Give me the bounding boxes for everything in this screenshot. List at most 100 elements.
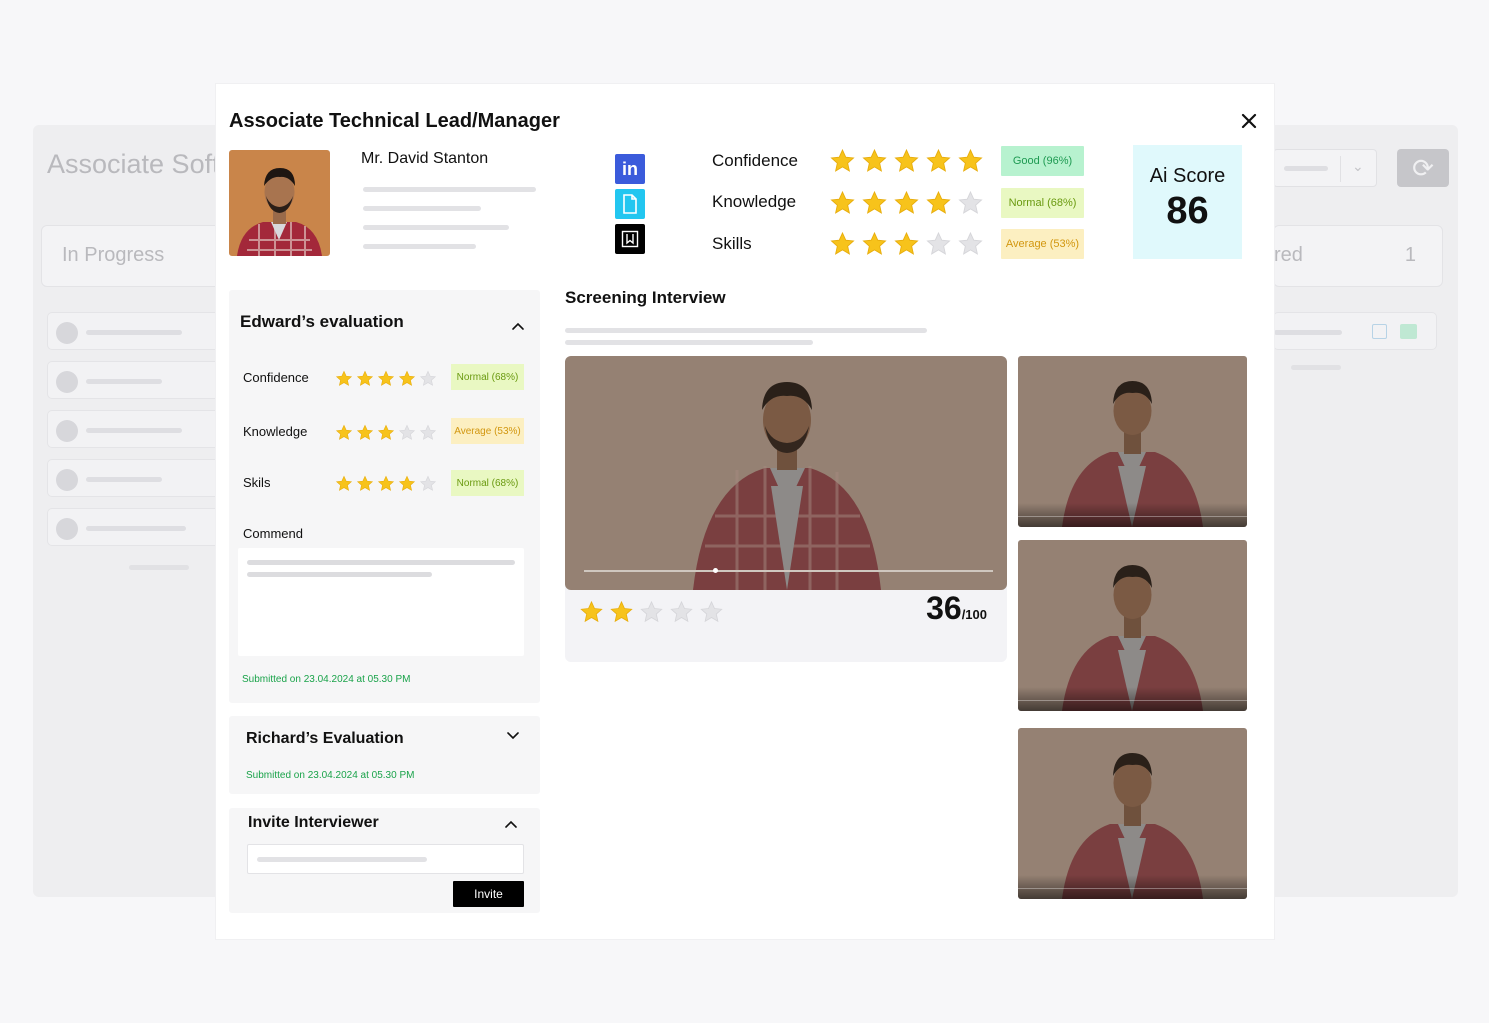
status-badge: Average (53%) xyxy=(1001,229,1084,259)
metric-label-confidence: Confidence xyxy=(712,151,799,170)
invite-button[interactable]: Invite xyxy=(453,881,524,907)
eval-label-knowledge: Knowledge xyxy=(243,424,308,439)
eval-label-skills: Skils xyxy=(243,475,271,490)
refresh-icon: ⟳ xyxy=(1397,149,1449,187)
linkedin-link[interactable]: in xyxy=(615,154,645,184)
star-empty-icon xyxy=(640,600,663,623)
submitted-timestamp: Submitted on 23.04.2024 at 05.30 PM xyxy=(242,674,411,685)
star-filled-icon xyxy=(356,475,374,491)
submitted-timestamp: Submitted on 23.04.2024 at 05.30 PM xyxy=(246,770,415,781)
background-column-count: 1 xyxy=(1404,244,1416,266)
edward-evaluation-title: Edward’s evaluation xyxy=(240,312,404,331)
ai-score-value: 86 xyxy=(1166,190,1209,232)
eval-stars-confidence xyxy=(335,370,437,388)
edward-evaluation-panel: Edward’s evaluation Confidence Normal (6… xyxy=(229,290,540,703)
background-column-label: red xyxy=(1274,244,1303,266)
commend-label: Commend xyxy=(243,526,303,541)
candidate-name: Mr. David Stanton xyxy=(361,150,489,167)
star-filled-icon xyxy=(862,190,887,214)
ai-score-card: Ai Score 86 xyxy=(1133,145,1242,259)
star-filled-icon xyxy=(335,424,353,440)
collapse-button[interactable] xyxy=(510,318,526,334)
star-filled-icon xyxy=(830,148,855,172)
metric-stars-skills xyxy=(829,231,984,258)
bookmark-icon xyxy=(1372,324,1387,339)
eval-label-confidence: Confidence xyxy=(243,370,309,385)
star-empty-icon xyxy=(419,370,437,386)
video-thumbnail[interactable] xyxy=(1018,728,1247,899)
background-column-in-progress: In Progress xyxy=(41,225,231,287)
background-list-item xyxy=(47,312,231,350)
video-score-value: 36 xyxy=(926,590,962,626)
commend-textarea[interactable] xyxy=(238,548,524,656)
expand-button[interactable] xyxy=(505,728,521,744)
status-badge: Normal (68%) xyxy=(1001,188,1084,218)
richard-evaluation-title: Richard’s Evaluation xyxy=(246,730,404,747)
chevron-up-icon xyxy=(505,820,517,828)
invite-interviewer-title: Invite Interviewer xyxy=(248,814,379,831)
star-filled-icon xyxy=(926,148,951,172)
chevron-up-icon xyxy=(512,322,524,330)
eval-stars-skills xyxy=(335,475,437,493)
star-filled-icon xyxy=(335,370,353,386)
star-empty-icon xyxy=(419,424,437,440)
star-filled-icon xyxy=(377,475,395,491)
ai-score-label: Ai Score xyxy=(1149,165,1226,187)
star-empty-icon xyxy=(700,600,723,623)
metric-stars-knowledge xyxy=(829,190,984,217)
star-filled-icon xyxy=(335,475,353,491)
star-filled-icon xyxy=(377,424,395,440)
document-icon xyxy=(623,194,637,214)
background-list-item xyxy=(47,410,231,448)
background-list-item xyxy=(47,459,231,497)
background-column-label: In Progress xyxy=(62,244,165,266)
chevron-down-icon xyxy=(507,732,519,740)
status-badge: Good (96%) xyxy=(1001,146,1084,176)
background-column-right: red 1 xyxy=(1273,225,1443,287)
avatar xyxy=(56,371,78,393)
video-rating-stars[interactable] xyxy=(579,600,724,625)
star-filled-icon xyxy=(356,370,374,386)
portfolio-link[interactable] xyxy=(615,224,645,254)
background-list-item xyxy=(47,361,231,399)
video-progress-handle[interactable] xyxy=(712,568,718,573)
chevron-down-icon: ⌄ xyxy=(1352,158,1364,174)
star-empty-icon xyxy=(670,600,693,623)
interviewer-email-input[interactable] xyxy=(247,844,524,874)
status-badge xyxy=(1400,324,1417,339)
star-empty-icon xyxy=(419,475,437,491)
video-progress-track[interactable] xyxy=(584,570,993,572)
star-filled-icon xyxy=(862,231,887,255)
star-filled-icon xyxy=(926,190,951,214)
star-empty-icon xyxy=(958,190,983,214)
metric-label-knowledge: Knowledge xyxy=(712,192,797,211)
bookmark-icon xyxy=(621,230,639,248)
main-video-player[interactable] xyxy=(565,356,1007,590)
resume-link[interactable] xyxy=(615,189,645,219)
avatar xyxy=(56,420,78,442)
star-filled-icon xyxy=(958,148,983,172)
collapse-button[interactable] xyxy=(503,816,519,832)
avatar xyxy=(56,518,78,540)
candidate-photo xyxy=(229,150,330,256)
video-thumbnail[interactable] xyxy=(1018,356,1247,527)
close-icon xyxy=(1241,113,1257,129)
modal-title: Associate Technical Lead/Manager xyxy=(229,110,560,132)
star-empty-icon xyxy=(958,231,983,255)
star-filled-icon xyxy=(398,475,416,491)
video-frame xyxy=(565,356,1007,590)
star-empty-icon xyxy=(398,424,416,440)
star-filled-icon xyxy=(862,148,887,172)
background-list-item xyxy=(1273,312,1437,350)
video-score-max: /100 xyxy=(961,607,987,622)
metric-label-skills: Skills xyxy=(712,234,752,253)
status-badge: Normal (68%) xyxy=(451,364,524,390)
invite-interviewer-panel: Invite Interviewer Invite xyxy=(229,808,540,913)
star-filled-icon xyxy=(580,600,603,623)
richard-evaluation-panel[interactable]: Richard’s Evaluation Submitted on 23.04.… xyxy=(229,716,540,794)
close-button[interactable] xyxy=(1238,110,1260,132)
background-list-item xyxy=(47,508,231,546)
video-thumbnail[interactable] xyxy=(1018,540,1247,711)
star-filled-icon xyxy=(356,424,374,440)
video-rating-bar: 36/100 xyxy=(565,580,1007,662)
